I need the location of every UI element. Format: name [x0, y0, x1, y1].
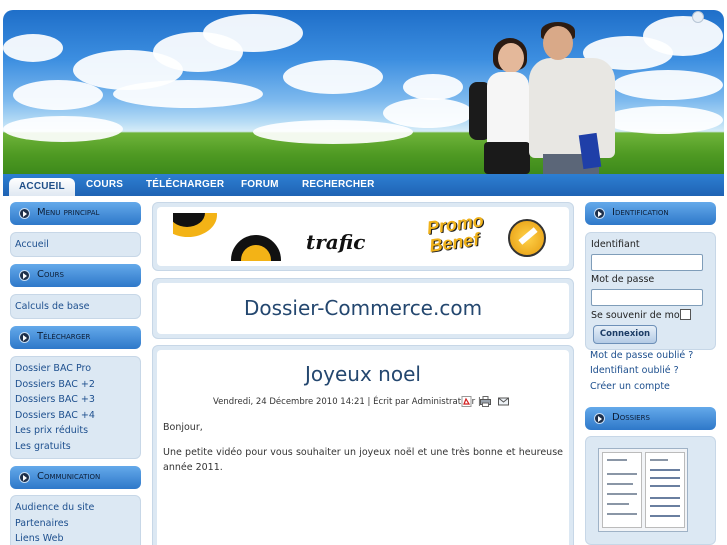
menu-link-gratuits[interactable]: Les gratuits: [15, 439, 136, 455]
menu-link-bac-2[interactable]: Dossiers BAC +2: [15, 377, 136, 393]
nav-cours[interactable]: COURS: [86, 179, 123, 190]
password-label: Mot de passe: [591, 274, 655, 285]
remember-label: Se souvenir de moi: [591, 310, 683, 321]
email-icon[interactable]: [498, 396, 509, 407]
ad-word-promo: Promo Benef: [425, 213, 485, 256]
menu-link-prix-reduits[interactable]: Les prix réduits: [15, 423, 136, 439]
menu-link-bac-pro[interactable]: Dossier BAC Pro: [15, 361, 136, 377]
cours-box: Calculs de base: [10, 294, 141, 319]
login-button[interactable]: Connexion: [593, 325, 657, 344]
forgot-password-link[interactable]: Mot de passe oublié ?: [590, 350, 693, 361]
menu-link-partenaires[interactable]: Partenaires: [15, 516, 136, 532]
article-greeting: Bonjour,: [163, 422, 203, 433]
communication-header: Communication: [10, 466, 141, 489]
username-input[interactable]: [591, 254, 703, 271]
communication-box: Audience du site Partenaires Liens Web: [10, 495, 141, 545]
menu-link-audience[interactable]: Audience du site: [15, 500, 136, 516]
arrow-icon: [508, 219, 546, 257]
password-input[interactable]: [591, 289, 703, 306]
username-label: Identifiant: [591, 239, 640, 250]
menu-principal-box: Accueil: [10, 232, 141, 257]
article-title[interactable]: Joyeux noel: [152, 362, 574, 386]
promo-banner-ad[interactable]: trafic Promo Benef: [173, 213, 551, 261]
pdf-icon[interactable]: [461, 396, 472, 407]
dossiers-header: Dossiers: [585, 407, 716, 430]
telecharger-header: Télécharger: [10, 326, 141, 349]
menu-link-liens-web[interactable]: Liens Web: [15, 531, 136, 545]
nav-rechercher[interactable]: RECHERCHER: [302, 179, 375, 190]
header-banner: [3, 10, 724, 174]
arrow-bullet-icon: [19, 472, 30, 483]
telecharger-box: Dossier BAC Pro Dossiers BAC +2 Dossiers…: [10, 356, 141, 459]
article-body: Une petite vidéo pour vous souhaiter un …: [163, 447, 563, 473]
cours-header: Cours: [10, 264, 141, 287]
arrow-bullet-icon: [19, 208, 30, 219]
nav-forum[interactable]: FORUM: [241, 179, 279, 190]
menu-link-bac-4[interactable]: Dossiers BAC +4: [15, 408, 136, 424]
site-title: Dossier-Commerce.com: [243, 296, 483, 320]
window-dot-icon: [692, 11, 704, 23]
menu-link-accueil[interactable]: Accueil: [15, 237, 136, 253]
article-meta: Vendredi, 24 Décembre 2010 14:21 | Écrit…: [213, 397, 481, 407]
print-icon[interactable]: [480, 396, 491, 407]
ad-word-trafic: trafic: [306, 230, 366, 254]
dossier-preview-image[interactable]: [598, 448, 688, 532]
remember-checkbox[interactable]: [680, 309, 691, 320]
menu-link-bac-3[interactable]: Dossiers BAC +3: [15, 392, 136, 408]
create-account-link[interactable]: Créer un compte: [590, 381, 670, 392]
arrow-bullet-icon: [594, 208, 605, 219]
menu-principal-header: Menu principal: [10, 202, 141, 225]
arrow-bullet-icon: [19, 332, 30, 343]
nav-telecharger[interactable]: TÉLÉCHARGER: [146, 179, 224, 190]
arrow-bullet-icon: [19, 270, 30, 281]
arrow-bullet-icon: [594, 413, 605, 424]
forgot-username-link[interactable]: Identifiant oublié ?: [590, 365, 679, 376]
main-navigation: ACCUEIL COURS TÉLÉCHARGER FORUM RECHERCH…: [3, 174, 724, 196]
menu-link-calculs[interactable]: Calculs de base: [15, 299, 136, 315]
nav-accueil[interactable]: ACCUEIL: [9, 178, 75, 196]
identification-header: Identification: [585, 202, 716, 225]
